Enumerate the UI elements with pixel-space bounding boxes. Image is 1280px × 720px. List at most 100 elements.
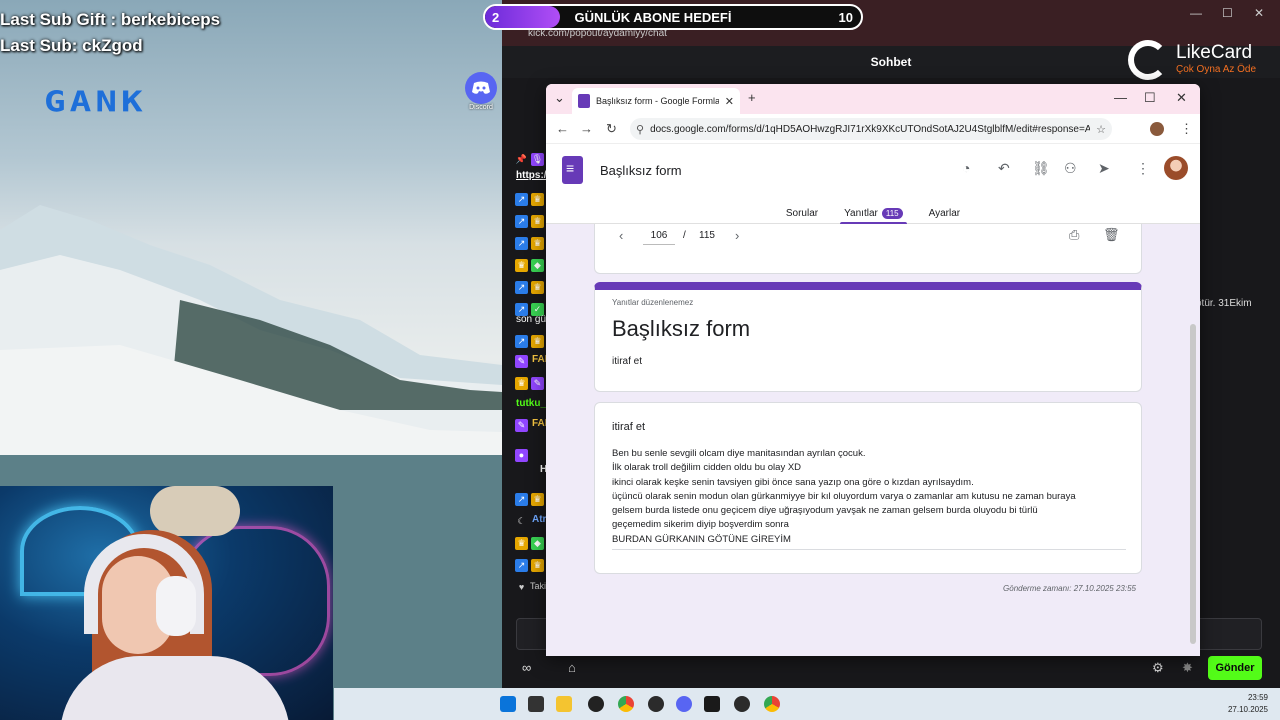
- clock-date: 27.10.2025: [1227, 705, 1268, 714]
- current-response-input[interactable]: 106: [643, 230, 675, 245]
- crown-icon: ♛: [515, 258, 528, 272]
- discord-icon: [465, 72, 497, 104]
- start-icon[interactable]: [500, 696, 516, 712]
- clock-time: 23:59: [1247, 693, 1268, 702]
- form-title[interactable]: Başlıksız form: [600, 163, 682, 178]
- close-window-button[interactable]: ✕: [1176, 90, 1187, 106]
- reload-button[interactable]: ↻: [606, 121, 617, 137]
- crown-icon: ♛: [531, 334, 544, 348]
- discord-label: Discord: [469, 104, 493, 111]
- crown-icon: ♛: [531, 236, 544, 250]
- print-icon[interactable]: ⎙: [1069, 227, 1079, 243]
- palette-icon[interactable]: ◔: [962, 160, 970, 176]
- g-app-icon[interactable]: [648, 696, 664, 712]
- add-collaborator-icon[interactable]: ⚇: [1064, 160, 1077, 177]
- file-explorer-icon[interactable]: [556, 696, 572, 712]
- badge-icon: ↗: [515, 214, 528, 228]
- profile-avatar[interactable]: [1150, 122, 1164, 136]
- bookmark-star-icon[interactable]: ☆: [1096, 123, 1106, 136]
- gank-logo: GANK: [44, 86, 147, 119]
- likecard-logo: LikeCard Çok Oyna Az Öde: [1128, 38, 1268, 82]
- more-options-icon[interactable]: ⋮: [1136, 160, 1150, 177]
- chat-user[interactable]: https:/: [516, 170, 547, 181]
- omnibox[interactable]: ⚲ docs.google.com/forms/d/1qHD5AOHwzgRJI…: [630, 118, 1112, 140]
- badge-icon: ↗: [515, 558, 528, 572]
- badge-icon: ↗: [515, 334, 528, 348]
- publish-icon[interactable]: ➤: [1098, 160, 1110, 177]
- tab-settings[interactable]: Ayarlar: [925, 202, 965, 224]
- badge-icon: ↗: [515, 236, 528, 250]
- new-tab-button[interactable]: +: [748, 90, 756, 105]
- store-icon[interactable]: ⌂: [568, 660, 576, 675]
- badge-icon: ✎: [515, 418, 528, 432]
- form-title-card: Yanıtlar düzenlenemez Başlıksız form iti…: [594, 282, 1142, 392]
- send-button[interactable]: Gönder: [1208, 656, 1262, 680]
- submission-time: Gönderme zamanı: 27.10.2025 23:55: [1003, 584, 1136, 593]
- emote-icon[interactable]: ✸: [1182, 660, 1193, 676]
- chat-user[interactable]: Atr: [532, 514, 546, 525]
- crown-icon: ♛: [515, 536, 528, 550]
- tab-responses-label: Yanıtlar: [844, 207, 878, 219]
- stream-background: Last Sub Gift : berkebiceps Last Sub: ck…: [0, 0, 502, 720]
- account-avatar[interactable]: [1164, 156, 1188, 180]
- tab-search-icon[interactable]: ⌄: [554, 90, 565, 106]
- discord-shortcut[interactable]: Discord: [464, 72, 498, 116]
- tab-title: Başlıksız form - Google Formlar: [596, 96, 719, 106]
- kick-taskbar-icon[interactable]: [704, 696, 720, 712]
- crown-icon: ♛: [531, 492, 544, 506]
- minimize-button[interactable]: —: [1114, 90, 1127, 105]
- chat-message-fragment: ötür. 31Ekim: [1196, 298, 1252, 309]
- chat-user[interactable]: Taki: [530, 581, 546, 591]
- badge-icon: ↗: [515, 492, 528, 506]
- maximize-button[interactable]: ☐: [1144, 90, 1156, 106]
- chrome-window: ⌄ Başlıksız form - Google Formlar ✕ + — …: [546, 84, 1200, 656]
- google-forms-icon[interactable]: [562, 156, 583, 184]
- minimize-button[interactable]: —: [1190, 6, 1202, 20]
- task-view-icon[interactable]: [528, 696, 544, 712]
- scrollbar[interactable]: [1190, 324, 1196, 644]
- chat-footer: ∞ ⌂ ⚙ ✸ Gönder: [502, 652, 1280, 688]
- g-app-icon-2[interactable]: [734, 696, 750, 712]
- close-tab-icon[interactable]: ✕: [725, 95, 734, 108]
- badge-icon: ●: [515, 448, 528, 462]
- tab-questions-label: Sorular: [785, 207, 819, 219]
- delete-icon[interactable]: 🗑: [1103, 227, 1120, 243]
- discord-taskbar-icon[interactable]: [676, 696, 692, 712]
- forward-button[interactable]: →: [580, 121, 593, 136]
- likecard-name: LikeCard: [1176, 42, 1253, 63]
- previous-response-button[interactable]: ‹: [619, 228, 623, 243]
- tab-questions[interactable]: Sorular: [782, 202, 822, 224]
- clock[interactable]: 23:59 27.10.2025: [1228, 692, 1268, 716]
- gear-icon[interactable]: ⚙: [1152, 660, 1164, 676]
- pager-separator: /: [683, 230, 686, 241]
- response-pager: ‹ 106 / 115 › ⎙ 🗑: [594, 224, 1142, 274]
- site-info-icon[interactable]: ⚲: [636, 123, 644, 136]
- back-button[interactable]: ←: [556, 121, 569, 136]
- close-button[interactable]: ✕: [1254, 6, 1264, 20]
- app-icon[interactable]: [588, 696, 604, 712]
- crown-icon: ♛: [531, 214, 544, 228]
- chrome-icon-2[interactable]: [764, 696, 780, 712]
- mic-icon: 🎙: [531, 152, 544, 166]
- answer-line: geçemedim sikerim diyip boşverdim sonra: [612, 519, 789, 531]
- undo-icon[interactable]: ↶: [998, 160, 1010, 177]
- heart-icon: ♥: [518, 581, 525, 592]
- link-icon[interactable]: ⛓: [1032, 160, 1050, 177]
- badge-icon: ✎: [515, 354, 528, 368]
- forms-tabs: Sorular Yanıtlar 115 Ayarlar: [546, 202, 1200, 224]
- tab-responses[interactable]: Yanıtlar 115: [840, 202, 907, 224]
- browser-tab[interactable]: Başlıksız form - Google Formlar ✕: [572, 88, 740, 114]
- last-sub-gift-label: Last Sub Gift : berkebiceps: [0, 10, 221, 29]
- answer-line: BURDAN GÜRKANIN GÖTÜNE GİREYİM: [612, 533, 791, 545]
- chat-user[interactable]: tutku_: [516, 398, 546, 409]
- maximize-button[interactable]: ☐: [1222, 6, 1233, 20]
- next-response-button[interactable]: ›: [735, 228, 739, 243]
- chrome-icon[interactable]: [618, 696, 634, 712]
- browser-menu-icon[interactable]: ⋮: [1180, 121, 1193, 137]
- question-label: itiraf et: [612, 421, 646, 433]
- crown-icon: ♛: [531, 558, 544, 572]
- answer-line: üçüncü olarak senin modun olan gürkanmiy…: [612, 490, 1076, 502]
- answer-line: gelsem burda listede onu geçicem diye uğ…: [612, 505, 1038, 517]
- chat-user[interactable]: son gü: [516, 314, 546, 325]
- infinity-icon[interactable]: ∞: [522, 660, 531, 675]
